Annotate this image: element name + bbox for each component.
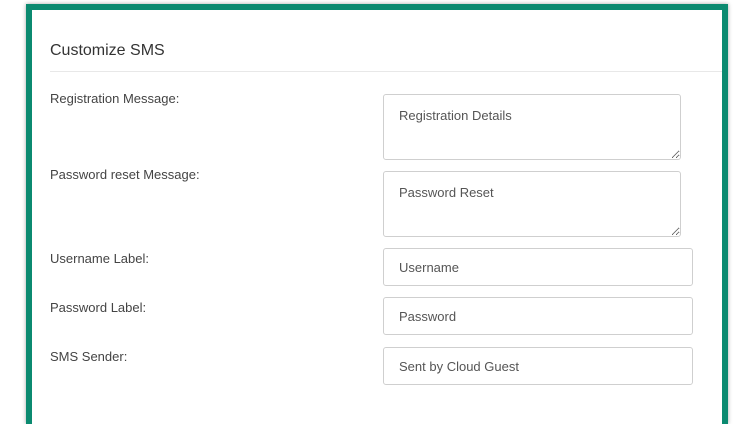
- sms-sender-label: SMS Sender:: [50, 349, 128, 364]
- registration-message-label: Registration Message:: [50, 91, 180, 106]
- password-reset-message-textarea[interactable]: Password Reset: [383, 171, 681, 237]
- password-reset-message-wrapper: Password Reset: [383, 171, 681, 237]
- registration-message-wrapper: Registration Details: [383, 94, 681, 160]
- registration-message-textarea[interactable]: Registration Details: [383, 94, 681, 160]
- panel-title: Customize SMS: [50, 42, 165, 59]
- password-reset-message-label: Password reset Message:: [50, 167, 200, 182]
- sms-sender-input[interactable]: [383, 347, 693, 385]
- password-label-label: Password Label:: [50, 300, 147, 315]
- username-label-input[interactable]: [383, 248, 693, 286]
- username-label-label: Username Label:: [50, 251, 149, 266]
- password-label-input[interactable]: [383, 297, 693, 335]
- customize-sms-panel: Customize SMS Registration Message: Regi…: [26, 4, 728, 424]
- title-divider: [50, 71, 722, 72]
